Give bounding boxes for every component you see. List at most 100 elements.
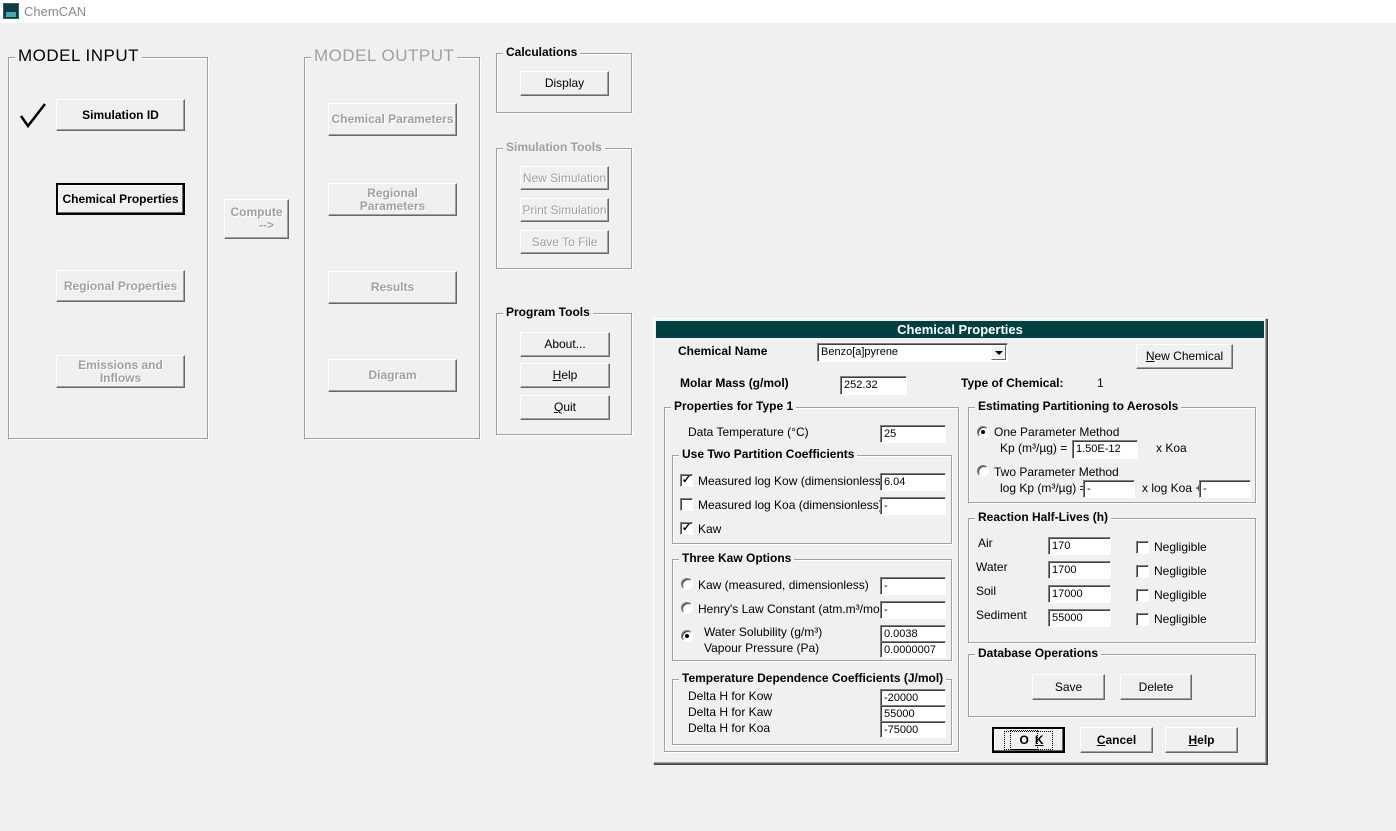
help-label-rest: elp: [561, 368, 578, 382]
chemical-properties-label: Chemical Properties: [62, 191, 179, 206]
henry-field[interactable]: -: [880, 601, 946, 619]
delta-h-koa-label: Delta H for Koa: [688, 721, 771, 735]
henry-radio[interactable]: [681, 602, 693, 614]
cancel-label: Cancel: [1097, 733, 1136, 747]
kaw-measured-field[interactable]: -: [880, 577, 946, 595]
kow-label: Measured log Kow (dimensionless): [698, 474, 885, 488]
delta-h-koa-field[interactable]: -75000: [880, 721, 946, 738]
chemical-properties-button[interactable]: Chemical Properties: [56, 183, 185, 215]
kaw-measured-radio[interactable]: [681, 578, 693, 590]
half-life-label: Soil: [976, 584, 997, 598]
kp-suffix: x Koa: [1156, 441, 1187, 455]
check-mark-icon: [19, 103, 46, 129]
kow-checkbox[interactable]: ✓: [680, 474, 693, 487]
half-life-field[interactable]: 1700: [1048, 561, 1111, 579]
regional-parameters-label-line1: Regional: [367, 185, 418, 200]
chemical-parameters-button[interactable]: Chemical Parameters: [328, 103, 457, 136]
database-group: Database Operations: [968, 646, 1256, 717]
help-button[interactable]: Help: [520, 363, 610, 388]
chemical-name-select[interactable]: Benzo[a]pyrene: [817, 343, 1008, 362]
save-to-file-button[interactable]: Save To File: [520, 230, 609, 254]
water-solubility-field[interactable]: 0.0038: [880, 625, 946, 642]
app-title: ChemCAN: [24, 4, 87, 19]
simulation-id-button[interactable]: Simulation ID: [56, 99, 185, 131]
half-life-field[interactable]: 17000: [1048, 585, 1111, 603]
molar-mass-field[interactable]: 252.32: [840, 376, 907, 395]
kaw-checkbox[interactable]: ✓: [680, 522, 693, 535]
kp-field[interactable]: 1.50E-12: [1072, 440, 1138, 459]
database-save-button[interactable]: Save: [1032, 674, 1105, 700]
negligible-checkbox[interactable]: [1136, 541, 1149, 554]
vapour-pressure-label: Vapour Pressure (Pa): [704, 641, 820, 655]
program-tools-legend: Program Tools: [503, 305, 593, 319]
results-button[interactable]: Results: [328, 271, 457, 304]
koa-checkbox[interactable]: [680, 498, 693, 511]
kaw-options-legend: Three Kaw Options: [679, 551, 795, 565]
two-parameter-label: Two Parameter Method: [994, 465, 1119, 479]
negligible-checkbox[interactable]: [1136, 565, 1149, 578]
emissions-label-line2: Inflows: [99, 370, 142, 385]
dialog-help-button[interactable]: Help: [1165, 727, 1238, 753]
print-simulation-button[interactable]: Print Simulation: [520, 198, 609, 222]
help-label: Help: [553, 369, 578, 382]
delta-h-kaw-field[interactable]: 55000: [880, 705, 946, 722]
chevron-down-icon[interactable]: [991, 345, 1006, 360]
data-temperature-field[interactable]: 25: [880, 425, 946, 443]
vapour-pressure-field[interactable]: 0.0000007: [880, 641, 946, 658]
compute-button[interactable]: Compute -->: [224, 199, 289, 239]
about-button[interactable]: About...: [520, 332, 610, 357]
aerosols-legend: Estimating Partitioning to Aerosols: [975, 399, 1182, 413]
negligible-checkbox[interactable]: [1136, 589, 1149, 602]
half-life-label: Sediment: [976, 608, 1027, 622]
new-chemical-button[interactable]: New Chemical: [1136, 344, 1233, 369]
new-simulation-button[interactable]: New Simulation: [520, 166, 609, 190]
temp-dependence-legend: Temperature Dependence Coefficients (J/m…: [679, 671, 947, 685]
model-input-legend: MODEL INPUT: [15, 46, 143, 66]
regional-parameters-label-line2: Parameters: [359, 198, 426, 213]
kow-field[interactable]: 6.04: [880, 473, 946, 491]
model-output-legend: MODEL OUTPUT: [311, 46, 458, 66]
emissions-inflows-button[interactable]: Emissions and Inflows: [56, 355, 185, 388]
database-delete-button[interactable]: Delete: [1120, 674, 1192, 700]
half-life-label: Water: [976, 560, 1008, 574]
henry-label: Henry's Law Constant (atm.m³/mol): [698, 602, 887, 616]
kaw-measured-label: Kaw (measured, dimensionless): [698, 578, 869, 592]
half-life-field[interactable]: 55000: [1048, 609, 1111, 627]
molar-mass-label: Molar Mass (g/mol): [680, 376, 789, 390]
quit-button[interactable]: Quit: [520, 395, 610, 420]
solubility-vapour-radio[interactable]: [681, 630, 693, 642]
koa-field[interactable]: -: [880, 497, 946, 515]
regional-properties-button[interactable]: Regional Properties: [56, 270, 185, 302]
delta-h-kow-label: Delta H for Kow: [688, 689, 773, 703]
half-life-field[interactable]: 170: [1048, 537, 1111, 555]
new-chemical-label-rest: ew Chemical: [1154, 349, 1224, 363]
display-button[interactable]: Display: [520, 71, 609, 96]
negligible-label: Negligible: [1154, 612, 1207, 626]
ok-button[interactable]: OK: [992, 727, 1065, 753]
log-kp-intercept-field[interactable]: -: [1199, 480, 1251, 498]
compute-label: Compute: [230, 205, 283, 219]
data-temperature-label: Data Temperature (°C): [688, 425, 809, 439]
ok-label: OK: [1004, 729, 1053, 750]
database-legend: Database Operations: [975, 646, 1102, 660]
one-parameter-radio[interactable]: [977, 426, 989, 438]
half-lives-group: Reaction Half-Lives (h): [968, 510, 1256, 643]
cancel-button[interactable]: Cancel: [1080, 727, 1153, 753]
dialog-title: Chemical Properties: [656, 321, 1264, 338]
diagram-button[interactable]: Diagram: [328, 359, 457, 392]
negligible-checkbox[interactable]: [1136, 613, 1149, 626]
type-of-chemical-value: 1: [1097, 376, 1104, 390]
quit-label: Quit: [554, 401, 576, 414]
two-parameter-radio[interactable]: [977, 465, 989, 477]
delta-h-kow-field[interactable]: -20000: [880, 689, 946, 706]
new-chemical-label: New Chemical: [1146, 350, 1223, 363]
simulation-tools-legend: Simulation Tools: [503, 140, 605, 154]
one-parameter-label: One Parameter Method: [994, 425, 1120, 439]
log-kp-slope-field[interactable]: -: [1083, 480, 1135, 498]
chemical-name-value: Benzo[a]pyrene: [821, 346, 899, 358]
app-icon: [3, 3, 19, 19]
regional-parameters-button[interactable]: Regional Parameters: [328, 183, 457, 216]
compute-arrow: -->: [259, 218, 274, 232]
ok-label-pre: O: [1010, 729, 1038, 750]
display-label: Display: [544, 76, 585, 90]
